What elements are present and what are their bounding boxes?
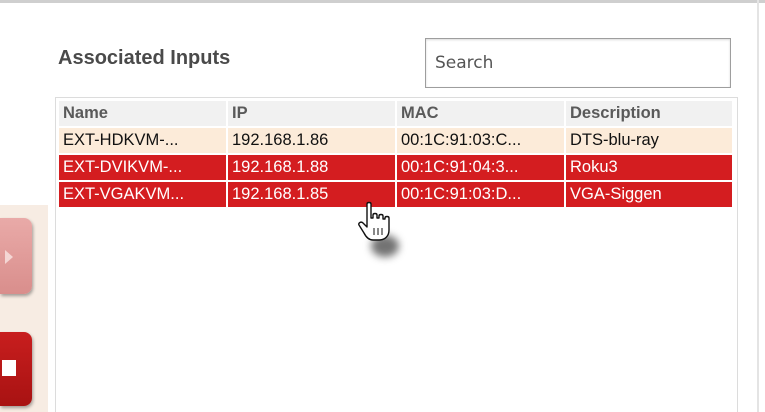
cell-ip: 192.168.1.88 [228, 155, 395, 180]
cell-description: Roku3 [566, 155, 732, 180]
inputs-grid: Name IP MAC Description EXT-HDKVM-... 19… [59, 101, 734, 209]
column-header-name[interactable]: Name [59, 101, 226, 126]
top-border [0, 0, 765, 3]
hand-pointer-icon [358, 201, 399, 257]
table-header: Name IP MAC Description [59, 101, 734, 126]
cell-mac: 00:1C:91:03:C... [397, 128, 564, 153]
table-row[interactable]: EXT-HDKVM-... 192.168.1.86 00:1C:91:03:C… [59, 128, 734, 153]
stop-square-icon [2, 360, 16, 376]
column-header-ip[interactable]: IP [228, 101, 395, 126]
column-header-description[interactable]: Description [566, 101, 732, 126]
cell-description: VGA-Siggen [566, 182, 732, 207]
play-button[interactable] [0, 218, 32, 294]
table-row-selected[interactable]: EXT-DVIKVM-... 192.168.1.88 00:1C:91:04:… [59, 155, 734, 180]
right-border [757, 0, 759, 412]
cell-ip: 192.168.1.86 [228, 128, 395, 153]
cell-name: EXT-DVIKVM-... [59, 155, 226, 180]
associated-inputs-page: Associated Inputs Name IP MAC Descriptio… [0, 0, 765, 412]
cell-name: EXT-HDKVM-... [59, 128, 226, 153]
column-header-mac[interactable]: MAC [397, 101, 564, 126]
panel-title: Associated Inputs [58, 47, 231, 69]
stop-button[interactable] [0, 332, 32, 406]
search-input[interactable] [425, 38, 731, 88]
play-arrow-icon [5, 250, 13, 264]
cell-name: EXT-VGAKVM... [59, 182, 226, 207]
cell-mac: 00:1C:91:04:3... [397, 155, 564, 180]
cell-description: DTS-blu-ray [566, 128, 732, 153]
cell-mac: 00:1C:91:03:D... [397, 182, 564, 207]
